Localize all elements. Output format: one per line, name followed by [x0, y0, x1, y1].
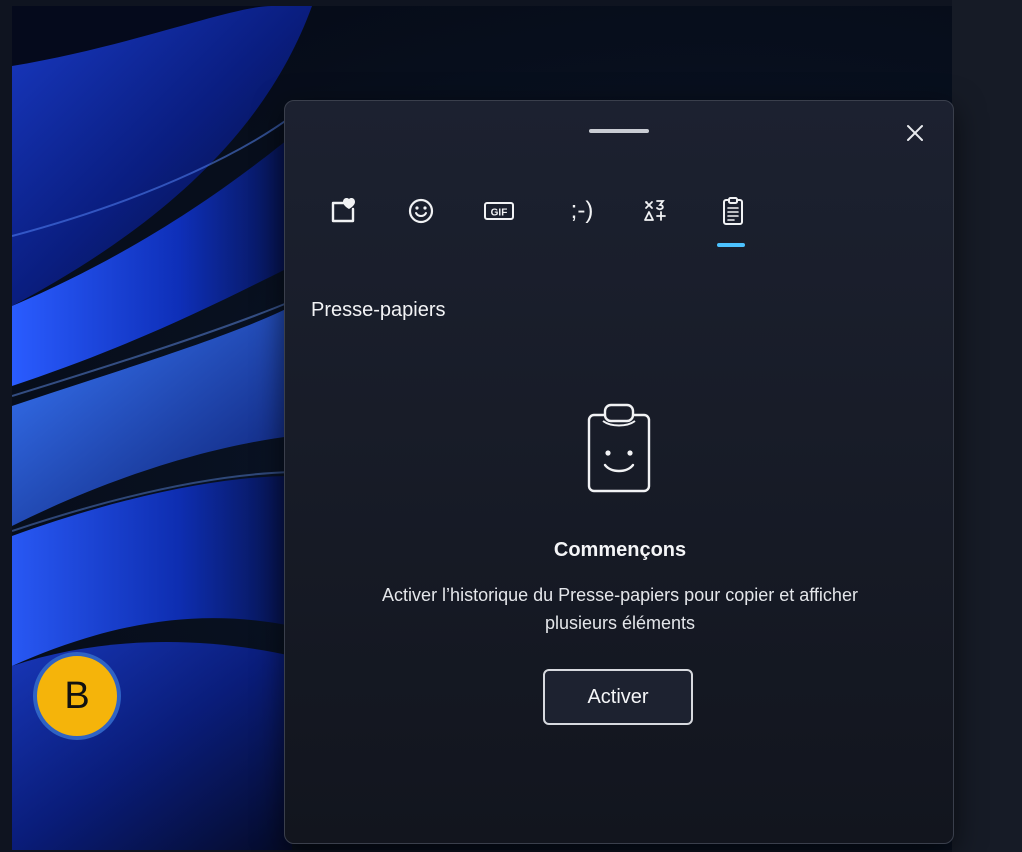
tab-clipboard[interactable] [711, 189, 755, 233]
gif-icon: GIF [484, 202, 514, 220]
close-icon [907, 125, 923, 141]
drag-handle[interactable] [589, 129, 649, 133]
svg-text:GIF: GIF [491, 208, 508, 219]
tab-emoji[interactable] [399, 189, 443, 233]
clipboard-panel: GIF ;-) Presse-papiers Commençons Active… [284, 100, 954, 844]
kaomoji-icon: ;-) [570, 197, 594, 224]
screen-right-edge [952, 0, 1022, 852]
section-title: Presse-papiers [311, 299, 446, 321]
activate-button[interactable]: Activer [543, 669, 693, 725]
smiley-icon [408, 198, 434, 224]
clipboard-icon [723, 197, 743, 225]
tab-kaomoji[interactable]: ;-) [555, 189, 609, 233]
empty-state-description: Activer l’historique du Presse-papiers p… [382, 585, 858, 633]
selected-tab-indicator [717, 243, 745, 247]
tab-symbols[interactable] [633, 189, 677, 233]
tab-gif[interactable]: GIF [477, 189, 521, 233]
close-button[interactable] [897, 115, 933, 151]
empty-state-heading: Commençons [553, 539, 687, 561]
clipboard-smile-icon [583, 401, 655, 495]
annotation-badge: B [33, 652, 121, 740]
category-tabs: GIF ;-) [321, 189, 781, 249]
symbols-icon [644, 200, 666, 221]
tab-favorites[interactable] [321, 189, 365, 233]
heart-square-icon [331, 198, 355, 223]
